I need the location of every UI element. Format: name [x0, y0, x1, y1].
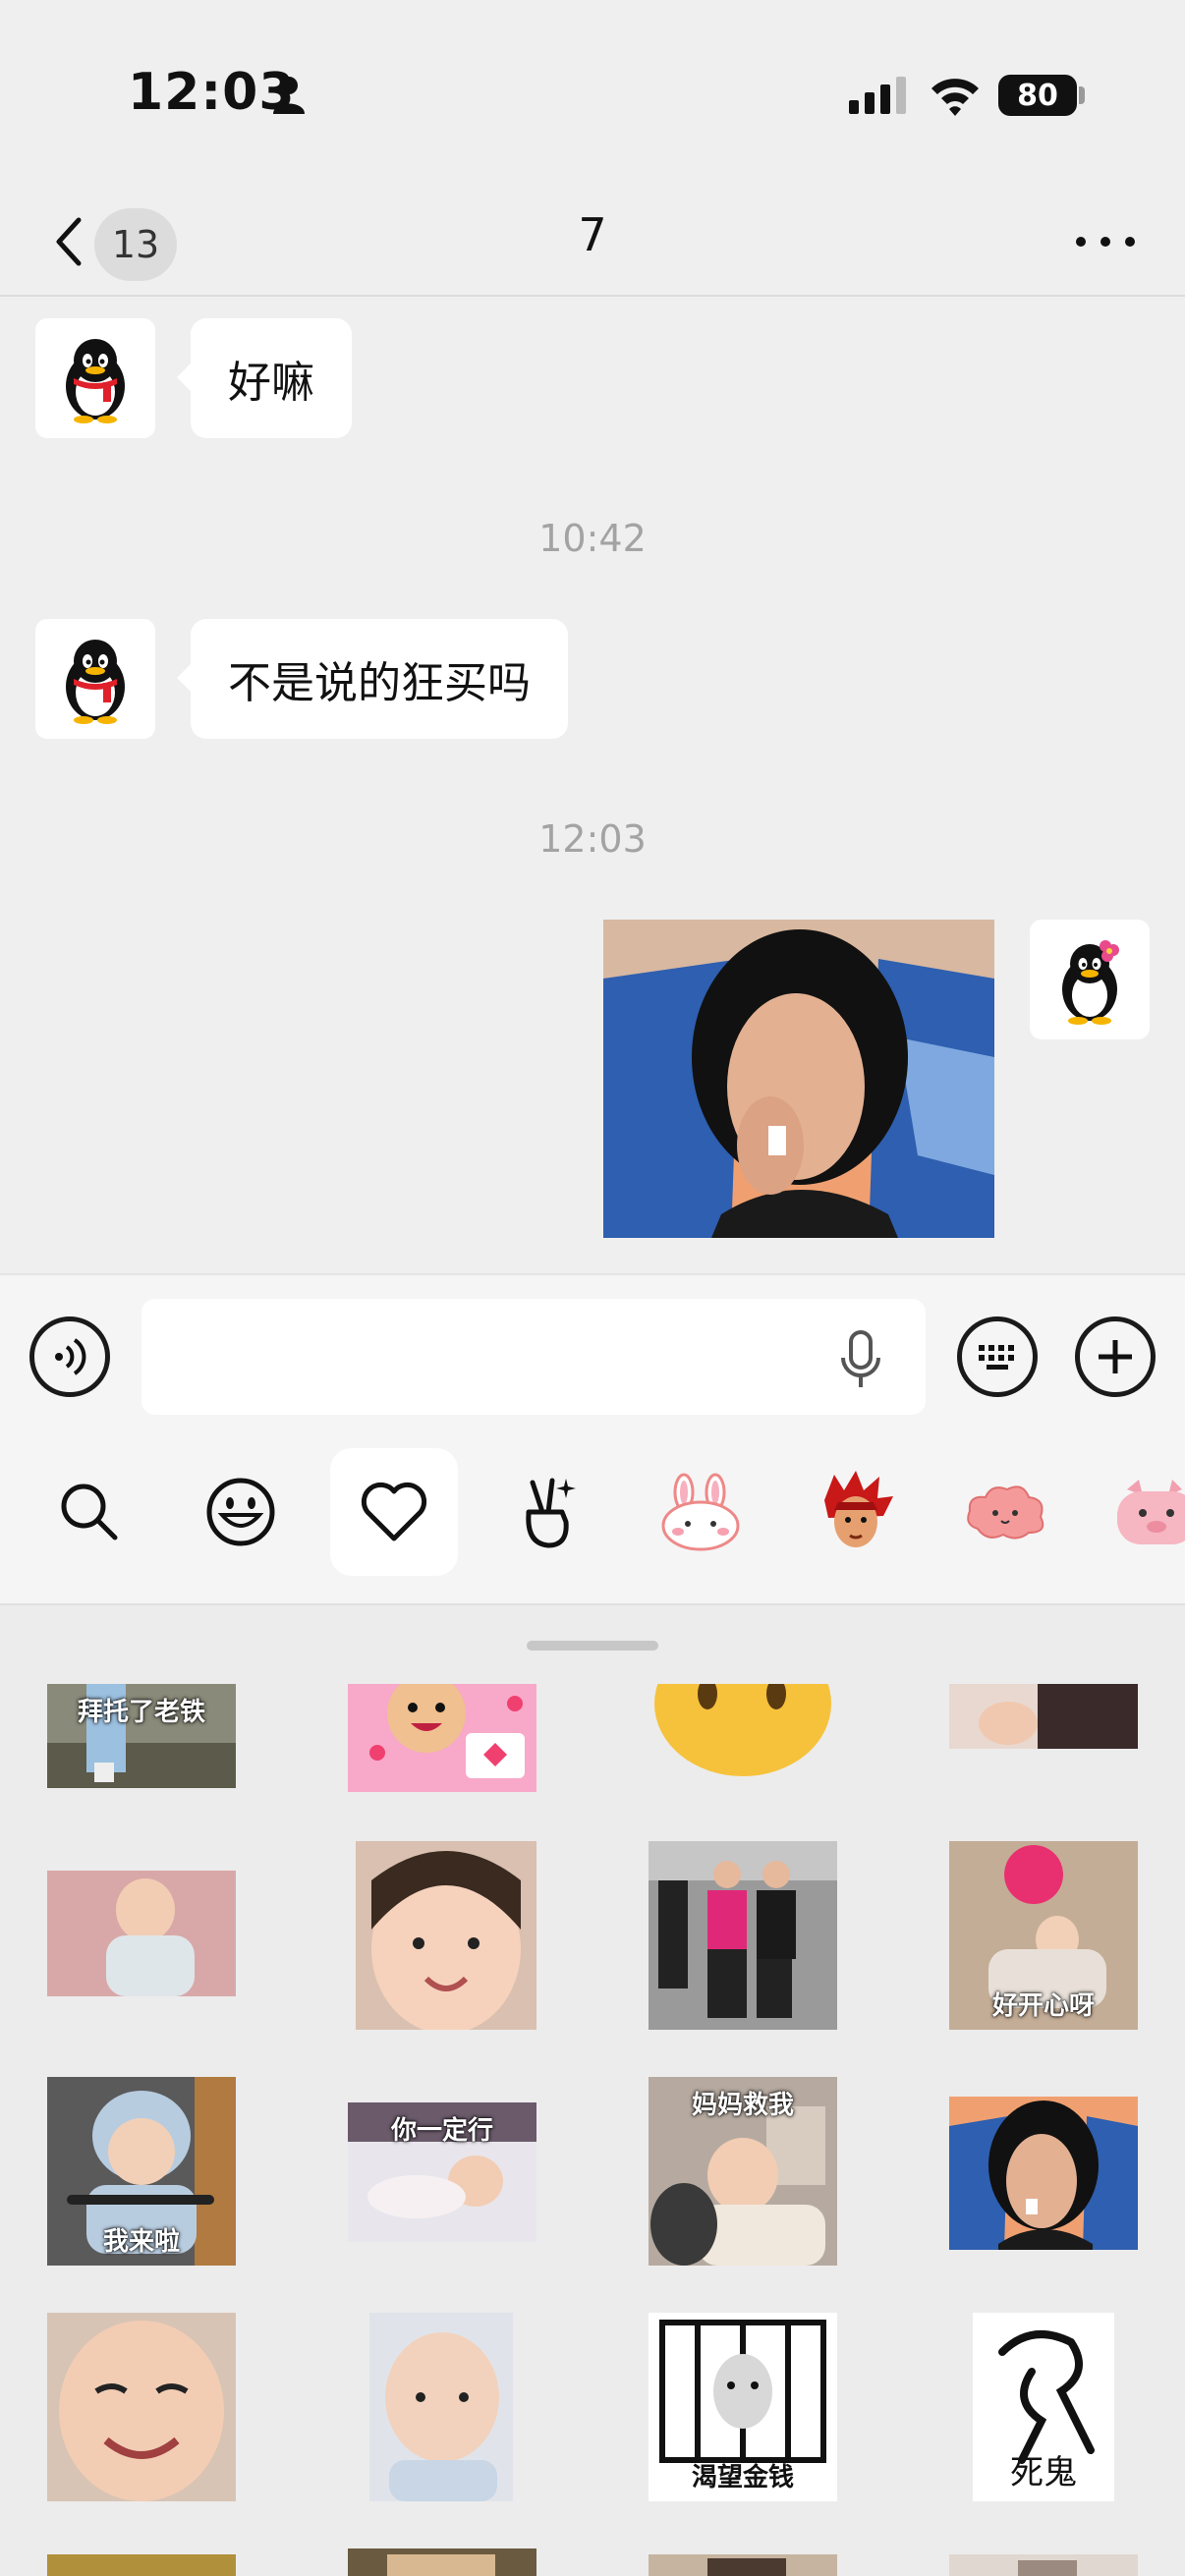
chat-header: 13 7 — [0, 187, 1185, 297]
sticker-caption: 渴望金钱 — [691, 2463, 794, 2492]
battery-indicator: 80 — [998, 75, 1077, 116]
sticker-panel: 拜托了老铁 好开心呀 我来啦 你一定行 妈妈救我 渴望金钱 死鬼 — [0, 1603, 1185, 2576]
sticker-caption: 好开心呀 — [991, 1991, 1095, 2021]
sticker-caption: 死鬼 — [1010, 2453, 1077, 2492]
sticker-item[interactable] — [47, 2313, 236, 2501]
more-options-icon[interactable] — [1071, 222, 1140, 261]
sticker-item[interactable] — [47, 1871, 236, 1996]
emoji-category-tabs — [0, 1448, 1185, 1576]
pink-pig-sticker-tab[interactable] — [1095, 1448, 1185, 1576]
sticker-caption: 拜托了老铁 — [77, 1698, 205, 1727]
penguin-avatar-icon — [66, 339, 125, 423]
contact-avatar[interactable] — [35, 318, 155, 438]
sticker-caption: 我来啦 — [102, 2227, 180, 2257]
panel-drag-handle[interactable] — [527, 1641, 658, 1651]
contact-avatar[interactable] — [35, 619, 155, 739]
bunny-sticker-icon — [661, 1473, 740, 1551]
keyboard-icon — [979, 1345, 1014, 1370]
person-icon — [273, 77, 305, 114]
redhead-sticker-icon — [824, 1471, 893, 1547]
redhead-sticker-tab[interactable] — [792, 1448, 920, 1576]
message-input[interactable] — [141, 1299, 926, 1415]
emoji-search-tab[interactable] — [26, 1448, 153, 1576]
message-bubble[interactable]: 不是说的狂买吗 — [177, 619, 568, 739]
message-timestamp: 12:03 — [538, 817, 647, 861]
victory-hand-icon — [526, 1478, 576, 1548]
sticker-caption: 你一定行 — [390, 2116, 493, 2146]
message-text: 好嘛 — [228, 358, 314, 408]
add-more-button[interactable] — [1075, 1316, 1156, 1397]
penguin-flower-avatar-icon — [1062, 940, 1119, 1025]
microphone-icon[interactable] — [831, 1328, 890, 1391]
sticker-item[interactable] — [649, 1841, 837, 2030]
battery-tip — [1079, 86, 1085, 104]
search-icon — [61, 1484, 118, 1540]
plus-icon — [1099, 1340, 1132, 1373]
voice-toggle-button[interactable] — [29, 1316, 110, 1397]
sticker-item[interactable] — [949, 1684, 1138, 1749]
back-chevron-icon[interactable] — [43, 202, 102, 281]
sticker-item[interactable] — [949, 2097, 1138, 2250]
emoji-gesture-tab[interactable] — [483, 1448, 611, 1576]
pink-cloud-sticker-tab[interactable] — [941, 1448, 1069, 1576]
chat-title: 7 — [578, 208, 607, 261]
status-time: 12:03 — [128, 63, 296, 122]
heart-icon — [361, 1482, 427, 1541]
sticker-item[interactable]: 你一定行 — [348, 2102, 536, 2242]
sticker-item[interactable] — [949, 2554, 1138, 2576]
sticker-item[interactable]: 妈妈救我 — [649, 2077, 837, 2266]
sticker-item[interactable] — [369, 2313, 513, 2501]
smiley-icon — [206, 1478, 275, 1546]
sticker-item[interactable]: 死鬼 — [973, 2313, 1114, 2501]
sent-sticker-image[interactable] — [603, 920, 994, 1238]
keyboard-button[interactable] — [957, 1316, 1038, 1397]
bunny-sticker-tab[interactable] — [637, 1448, 764, 1576]
sticker-item[interactable]: 拜托了老铁 — [47, 1684, 236, 1788]
crying-woman-sticker — [603, 920, 994, 1238]
wifi-icon — [931, 79, 979, 116]
pink-cloud-sticker-icon — [967, 1485, 1044, 1540]
sticker-item[interactable]: 好开心呀 — [949, 1841, 1138, 2030]
sticker-item[interactable] — [47, 2554, 236, 2576]
my-avatar[interactable] — [1030, 920, 1150, 1039]
status-bar: 12:03 80 — [0, 0, 1185, 187]
pink-pig-sticker-icon — [1117, 1480, 1185, 1544]
penguin-avatar-icon — [66, 640, 125, 724]
sticker-item[interactable] — [352, 1841, 540, 2030]
sticker-item[interactable]: 渴望金钱 — [649, 2313, 837, 2501]
cellular-signal-icon — [849, 77, 906, 114]
voice-wave-icon — [55, 1338, 86, 1375]
sticker-caption: 妈妈救我 — [691, 2091, 794, 2120]
message-text: 不是说的狂买吗 — [228, 658, 531, 708]
emoji-favorites-tab[interactable] — [330, 1448, 458, 1576]
sticker-item[interactable] — [649, 1684, 837, 1782]
sticker-item[interactable] — [348, 2548, 536, 2576]
sticker-item[interactable] — [348, 1684, 536, 1792]
message-bubble[interactable]: 好嘛 — [177, 318, 352, 438]
unread-count-badge[interactable]: 13 — [94, 208, 177, 281]
input-bar — [0, 1273, 1185, 1603]
message-timestamp: 10:42 — [538, 517, 647, 560]
emoji-smiley-tab[interactable] — [177, 1448, 305, 1576]
sticker-item[interactable]: 我来啦 — [47, 2077, 236, 2266]
sticker-item[interactable] — [649, 2554, 837, 2576]
